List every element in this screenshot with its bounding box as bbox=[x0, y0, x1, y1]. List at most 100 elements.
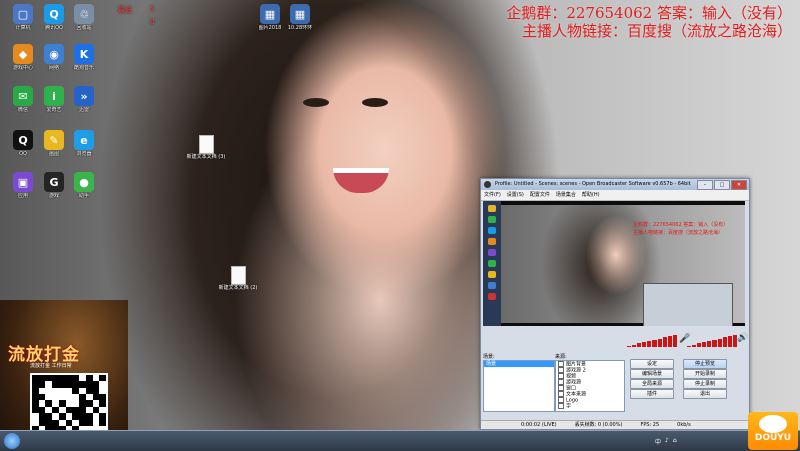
wallpaper-detail bbox=[362, 98, 388, 107]
app-icon: Q bbox=[13, 130, 33, 150]
preview-nested-obs bbox=[643, 283, 733, 326]
promo-subtitle: 流放打金 工作日常 bbox=[30, 363, 72, 369]
source-checkbox[interactable] bbox=[558, 403, 564, 409]
scenes-label: 场景: bbox=[483, 354, 495, 360]
obs-title-bar[interactable]: Profile: Untitled - Scenes: scenes - Ope… bbox=[481, 179, 749, 190]
obs-app-icon bbox=[484, 181, 491, 188]
desktop-icon-label: 酷狗音乐 bbox=[73, 65, 94, 71]
exit-button[interactable]: 退出 bbox=[683, 389, 727, 399]
meter-bar bbox=[687, 345, 692, 347]
app-icon: e bbox=[74, 130, 94, 150]
overlay-note: 0 bbox=[150, 18, 155, 26]
desktop-file[interactable]: 新建文本文档 (3) bbox=[186, 135, 226, 160]
meter-bar bbox=[697, 343, 702, 347]
sources-list[interactable]: 图片背景 游戏源 2 视频 游戏源 窗口 文本来源 Logo 字 bbox=[555, 360, 625, 412]
taskbar bbox=[0, 430, 800, 451]
meter-bar bbox=[702, 342, 707, 347]
obs-window[interactable]: Profile: Untitled - Scenes: scenes - Ope… bbox=[480, 178, 750, 430]
app-icon: ♲ bbox=[74, 4, 94, 24]
global-sources-button[interactable]: 全局来源 bbox=[630, 379, 674, 389]
network-icon[interactable]: ⌂ bbox=[673, 437, 677, 446]
meter-bar bbox=[657, 338, 662, 347]
speaker-icon[interactable]: 🔊 bbox=[737, 333, 748, 343]
start-record-button[interactable]: 开始录制 bbox=[683, 369, 727, 379]
plugins-button[interactable]: 插件 bbox=[630, 389, 674, 399]
preview-overlay-text: 企鹅群：227654062 答案：输入（没有） bbox=[633, 222, 729, 228]
maximize-icon[interactable]: □ bbox=[714, 180, 730, 190]
system-tray: 中 ♪ ⌂ bbox=[655, 437, 677, 446]
close-icon[interactable]: ✕ bbox=[731, 180, 747, 190]
douyu-brand: DOUYU bbox=[754, 433, 792, 443]
menu-item-help[interactable]: 帮助(H) bbox=[582, 190, 600, 200]
edit-scene-button[interactable]: 编辑场景 bbox=[630, 369, 674, 379]
app-icon: Q bbox=[44, 4, 64, 24]
minimize-icon[interactable]: – bbox=[697, 180, 713, 190]
desktop-icon[interactable]: e 浏览器 bbox=[66, 130, 102, 157]
meter-bar bbox=[632, 344, 637, 347]
app-icon: ◆ bbox=[13, 44, 33, 64]
meter-bar bbox=[627, 345, 632, 347]
menu-item-profile[interactable]: 配置文件 bbox=[530, 190, 550, 200]
desktop-icon-label: 助手 bbox=[78, 193, 89, 199]
sources-label: 来源: bbox=[555, 354, 567, 360]
preview-overlay-text: 主播人物链接：百度搜（流放之路沧海） bbox=[633, 230, 724, 236]
obs-status-bar: 0:00:02 (LIVE) 丢失帧数: 0 (0.00%) FPS: 25 0… bbox=[481, 420, 749, 429]
desktop-icon[interactable]: K 酷狗音乐 bbox=[66, 44, 102, 71]
desktop-icon[interactable]: » 迅雷 bbox=[66, 86, 102, 113]
meter-bar bbox=[707, 341, 712, 347]
scene-item[interactable]: 场景 bbox=[484, 361, 554, 367]
desktop-icon-label: 10.28环环 bbox=[287, 25, 313, 31]
text-file-icon bbox=[198, 135, 214, 154]
desktop-icon-label: 回收站 bbox=[76, 25, 92, 31]
source-item[interactable]: 字 bbox=[556, 403, 624, 410]
stop-record-button[interactable]: 停止录制 bbox=[683, 379, 727, 389]
desktop-icon[interactable]: ● 助手 bbox=[66, 172, 102, 199]
image-folder-icon: ▦ bbox=[290, 4, 310, 24]
desktop-icon[interactable]: ♲ 回收站 bbox=[66, 4, 102, 31]
source-label: 字 bbox=[566, 403, 572, 410]
stream-time: 0:00:02 (LIVE) bbox=[521, 422, 557, 428]
promo-banner: 流放打金 流放打金 工作日常 bbox=[0, 300, 128, 450]
stop-preview-button[interactable]: 停止预览 bbox=[683, 359, 727, 369]
app-icon: i bbox=[44, 86, 64, 106]
desktop-icon[interactable]: ▦ 10.28环环 bbox=[282, 4, 318, 31]
meter-bar bbox=[662, 337, 667, 347]
ime-icon[interactable]: 中 bbox=[655, 437, 661, 446]
fps-readout: FPS: 25 bbox=[640, 422, 660, 428]
desktop-icon-label: 浏览器 bbox=[76, 151, 92, 157]
desktop-audio-meter bbox=[627, 335, 677, 347]
wallpaper-detail bbox=[303, 98, 329, 107]
app-icon: ▣ bbox=[13, 172, 33, 192]
meter-bar bbox=[642, 342, 647, 347]
volume-icon[interactable]: ♪ bbox=[665, 437, 669, 446]
dropped-frames: 丢失帧数: 0 (0.00%) bbox=[574, 422, 623, 428]
scenes-list[interactable]: 场景 bbox=[483, 360, 555, 412]
douyu-logo: DOUYU bbox=[748, 412, 798, 450]
overlay-note: 5 bbox=[150, 5, 155, 13]
meter-bar bbox=[647, 341, 652, 347]
menu-item-file[interactable]: 文件(F) bbox=[484, 190, 501, 200]
desktop-file-label: 新建文本文档 (2) bbox=[218, 285, 258, 291]
app-icon: K bbox=[74, 44, 94, 64]
meter-bar bbox=[722, 337, 727, 347]
meter-bar bbox=[667, 336, 672, 347]
meter-bar bbox=[672, 335, 677, 347]
menu-item-scene-collection[interactable]: 场景集合 bbox=[556, 190, 576, 200]
app-icon: ◉ bbox=[44, 44, 64, 64]
menu-item-settings[interactable]: 设置(S) bbox=[507, 190, 524, 200]
mic-audio-meter bbox=[687, 335, 737, 347]
app-icon: ✉ bbox=[13, 86, 33, 106]
image-folder-icon: ▦ bbox=[260, 4, 280, 24]
overlay-streamer-link: 主播人物链接：百度搜（流放之路沧海） bbox=[521, 22, 792, 40]
text-file-icon bbox=[230, 266, 246, 285]
start-button[interactable] bbox=[4, 433, 20, 449]
app-icon: G bbox=[44, 172, 64, 192]
settings-button[interactable]: 设定 bbox=[630, 359, 674, 369]
meter-bar bbox=[692, 344, 697, 347]
obs-preview[interactable]: 企鹅群：227654062 答案：输入（没有） 主播人物链接：百度搜（流放之路沧… bbox=[483, 201, 745, 326]
obs-menu-bar: 文件(F) 设置(S) 配置文件 场景集合 帮助(H) bbox=[481, 190, 749, 201]
desktop-icon-label: 迅雷 bbox=[78, 107, 89, 113]
desktop-file[interactable]: 新建文本文档 (2) bbox=[218, 266, 258, 291]
bitrate-readout: 0kb/s bbox=[677, 422, 691, 428]
meter-bar bbox=[637, 343, 642, 347]
